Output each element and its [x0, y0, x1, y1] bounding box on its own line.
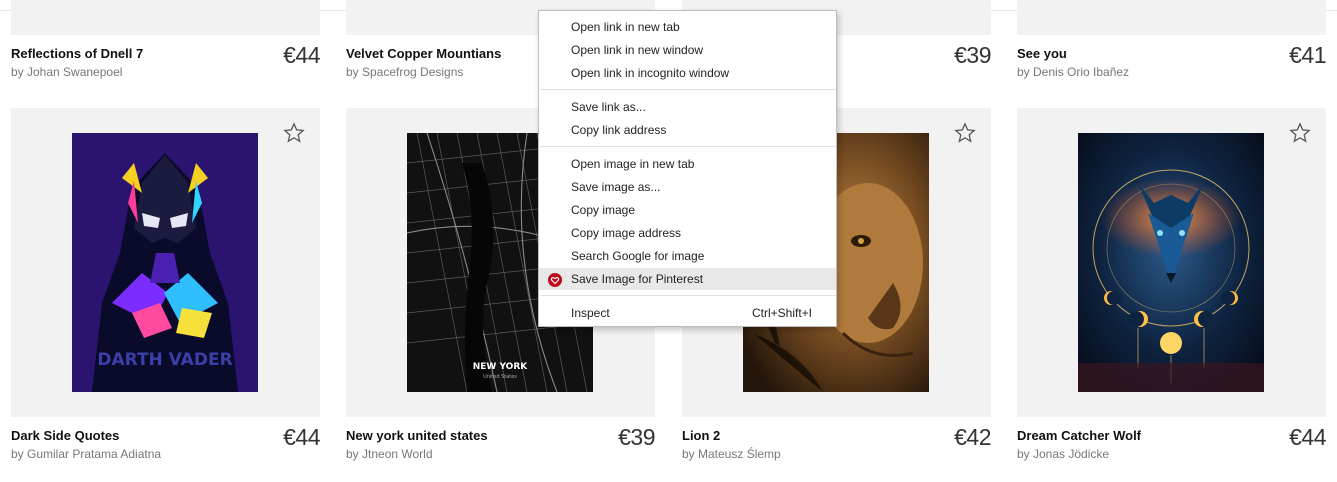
menu-separator	[540, 295, 836, 296]
product-artist[interactable]: by Mateusz Ślemp	[682, 447, 781, 461]
menu-separator	[540, 89, 836, 90]
pinterest-icon	[548, 272, 562, 287]
menu-item-label: Open link in new window	[571, 43, 704, 57]
menu-item-label: Copy image address	[571, 226, 682, 240]
poster-image-dream-catcher-wolf[interactable]	[1078, 133, 1264, 392]
product-title[interactable]: Velvet Copper Mountians	[346, 46, 501, 61]
menu-item-copy-link-address[interactable]: Copy link address	[539, 119, 836, 141]
product-artist[interactable]: by Johan Swanepoel	[11, 65, 122, 79]
menu-item-copy-image-address[interactable]: Copy image address	[539, 222, 836, 244]
product-price: €41	[1289, 42, 1326, 68]
menu-item-label: Inspect	[571, 306, 610, 320]
menu-separator	[540, 146, 836, 147]
menu-item-label: Open link in incognito window	[571, 66, 730, 80]
product-title[interactable]: See you	[1017, 46, 1067, 61]
menu-item-label: Save link as...	[571, 100, 646, 114]
product-artist[interactable]: by Spacefrog Designs	[346, 65, 463, 79]
product-price: €39	[618, 424, 655, 450]
product-meta-top-4: See you by Denis Orio Ibañez €41	[1017, 42, 1326, 86]
menu-item-search-google-image[interactable]: Search Google for image	[539, 245, 836, 267]
menu-item-open-link-new-window[interactable]: Open link in new window	[539, 39, 836, 61]
product-meta: New york united states by Jtneon World €…	[346, 424, 655, 468]
menu-item-label: Save image as...	[571, 180, 661, 194]
product-meta: Lion 2 by Mateusz Ślemp €42	[682, 424, 991, 468]
product-meta-top-1: Reflections of Dnell 7 by Johan Swanepoe…	[11, 42, 320, 86]
menu-item-inspect[interactable]: Inspect Ctrl+Shift+I	[539, 302, 836, 324]
product-image-frame[interactable]: DARTH VADER	[11, 108, 320, 417]
product-price: €42	[954, 424, 991, 450]
menu-item-label: Open image in new tab	[571, 157, 695, 171]
favorite-star-icon[interactable]	[954, 122, 976, 144]
menu-item-label: Save Image for Pinterest	[571, 272, 704, 286]
product-title[interactable]: Dream Catcher Wolf	[1017, 428, 1141, 443]
favorite-star-icon[interactable]	[283, 122, 305, 144]
menu-item-label: Open link in new tab	[571, 20, 680, 34]
product-price: €39	[954, 42, 991, 68]
product-title[interactable]: Lion 2	[682, 428, 720, 443]
menu-item-copy-image[interactable]: Copy image	[539, 199, 836, 221]
menu-item-shortcut: Ctrl+Shift+I	[751, 306, 812, 320]
product-card[interactable]: DARTH VADER	[11, 108, 320, 417]
menu-item-save-image-as[interactable]: Save image as...	[539, 176, 836, 198]
product-card[interactable]	[1017, 108, 1326, 417]
poster-subtitle-text: United States	[483, 374, 517, 380]
menu-item-label: Copy image	[571, 203, 636, 217]
product-image-top-1[interactable]	[11, 0, 320, 35]
product-title[interactable]: Reflections of Dnell 7	[11, 46, 143, 61]
favorite-star-icon[interactable]	[1289, 122, 1311, 144]
product-artist[interactable]: by Jonas Jödicke	[1017, 447, 1109, 461]
product-artist[interactable]: by Jtneon World	[346, 447, 433, 461]
context-menu: Open link in new tab Open link in new wi…	[538, 10, 837, 327]
product-artist[interactable]: by Denis Orio Ibañez	[1017, 65, 1129, 79]
menu-item-save-image-pinterest[interactable]: Save Image for Pinterest	[539, 268, 836, 290]
menu-item-open-image-new-tab[interactable]: Open image in new tab	[539, 153, 836, 175]
menu-item-label: Copy link address	[571, 123, 667, 137]
product-artist[interactable]: by Gumilar Pratama Adiatna	[11, 447, 161, 461]
menu-item-save-link-as[interactable]: Save link as...	[539, 96, 836, 118]
poster-title-text: DARTH VADER	[97, 350, 232, 370]
product-meta: Dream Catcher Wolf by Jonas Jödicke €44	[1017, 424, 1326, 468]
product-image-top-4[interactable]	[1017, 0, 1326, 35]
product-image-frame[interactable]	[1017, 108, 1326, 417]
poster-image-darth-vader[interactable]: DARTH VADER	[72, 133, 258, 392]
product-meta: Dark Side Quotes by Gumilar Pratama Adia…	[11, 424, 320, 468]
menu-item-label: Search Google for image	[571, 249, 705, 263]
menu-item-open-link-new-tab[interactable]: Open link in new tab	[539, 16, 836, 38]
product-price: €44	[1289, 424, 1326, 450]
product-title[interactable]: Dark Side Quotes	[11, 428, 119, 443]
product-price: €44	[283, 424, 320, 450]
menu-item-open-link-incognito[interactable]: Open link in incognito window	[539, 62, 836, 84]
poster-title-text: NEW YORK	[473, 362, 529, 372]
product-title[interactable]: New york united states	[346, 428, 488, 443]
product-price: €44	[283, 42, 320, 68]
